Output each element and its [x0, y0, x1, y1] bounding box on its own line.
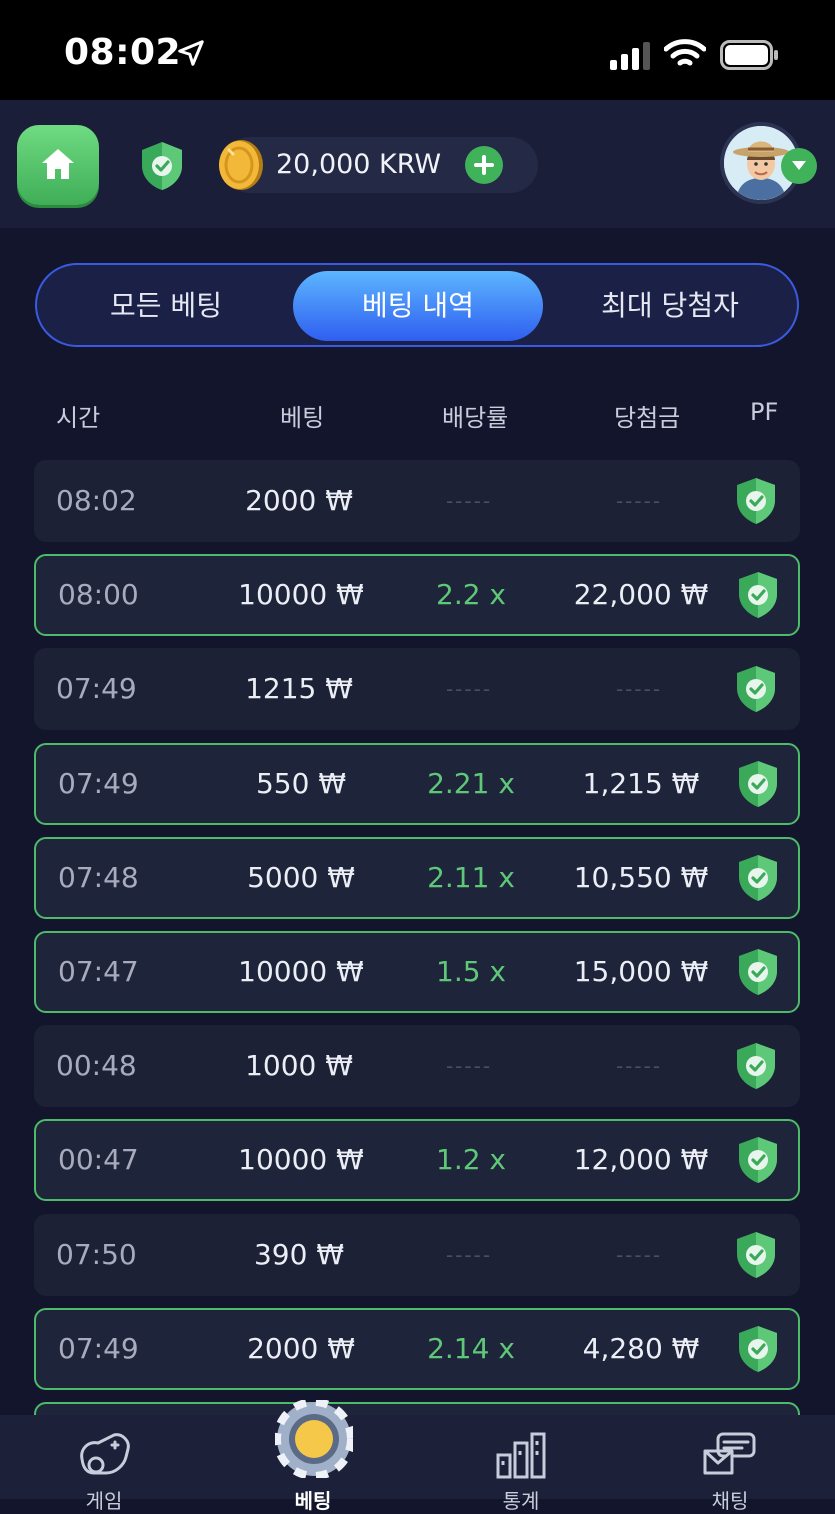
provably-fair-shield-icon[interactable]: [734, 476, 778, 526]
table-row[interactable]: 07:48 5000 ₩2.11 x 10,550 ₩: [34, 836, 800, 919]
bet-winnings: -----: [615, 489, 663, 513]
bet-time: 07:50: [56, 1237, 137, 1271]
status-time: 08:02: [64, 32, 182, 73]
provably-fair-shield-icon[interactable]: [734, 664, 778, 714]
provably-fair-shield-icon[interactable]: [139, 140, 185, 192]
tab-top-winners[interactable]: 최대 당첨자: [545, 271, 795, 341]
nav-chat-label: 채팅: [711, 1489, 749, 1513]
provably-fair-shield-icon[interactable]: [736, 947, 780, 997]
bet-time: 07:49: [58, 766, 139, 800]
table-row[interactable]: 07:49 1215 ₩ ----- -----: [34, 648, 800, 731]
bet-time: 08:00: [58, 578, 139, 612]
provably-fair-shield-icon[interactable]: [736, 853, 780, 903]
bet-time: 07:48: [58, 860, 139, 894]
coin-icon: [219, 140, 263, 190]
nav-stats-label: 통계: [502, 1489, 540, 1513]
column-header-time: 시간: [56, 404, 101, 432]
cellular-signal-icon: [610, 42, 650, 70]
app-header: 20,000 KRW: [0, 100, 835, 228]
bet-time: 07:49: [56, 672, 137, 706]
bet-winnings: -----: [615, 1242, 663, 1267]
bet-winnings: 12,000 ₩: [573, 1143, 709, 1177]
table-row[interactable]: 00:48 1000 ₩ ----- -----: [34, 1025, 800, 1108]
plus-icon: [474, 155, 494, 175]
gamepad-icon: [80, 1433, 130, 1475]
bet-time: 07:49: [58, 1331, 139, 1365]
provably-fair-shield-icon[interactable]: [734, 1230, 778, 1280]
column-header-pf: PF: [750, 398, 779, 426]
nav-bet-label: 베팅: [294, 1489, 332, 1513]
provably-fair-shield-icon[interactable]: [736, 1324, 780, 1374]
table-row[interactable]: 07:49 2000 ₩2.14 x 4,280 ₩: [34, 1307, 800, 1390]
bets-tab-bar: 모든 베팅 베팅 내역 최대 당첨자: [35, 263, 799, 347]
provably-fair-shield-icon[interactable]: [736, 759, 780, 809]
bet-winnings: -----: [615, 1054, 663, 1079]
status-bar: 08:02: [0, 0, 835, 100]
table-row[interactable]: 00:47 10000 ₩1.2 x 12,000 ₩: [34, 1119, 800, 1202]
table-row[interactable]: 07:50 390 ₩ ----- -----: [34, 1213, 800, 1296]
provably-fair-shield-icon[interactable]: [736, 1135, 780, 1185]
bet-winnings: 10,550 ₩: [573, 860, 709, 894]
bet-winnings: 4,280 ₩: [582, 1331, 700, 1365]
column-header-bet: 베팅: [280, 404, 325, 432]
add-funds-button[interactable]: [465, 146, 503, 184]
nav-chat[interactable]: 채팅: [670, 1415, 790, 1513]
bet-winnings: 15,000 ₩: [573, 955, 709, 988]
table-row[interactable]: 08:02 2000 ₩ ----- -----: [34, 460, 800, 542]
avatar-dropdown-button[interactable]: [781, 148, 817, 184]
location-arrow-icon: [178, 40, 204, 66]
chip-icon: [275, 1400, 353, 1478]
tab-all-bets[interactable]: 모든 베팅: [41, 271, 291, 341]
home-icon: [42, 149, 74, 179]
provably-fair-shield-icon[interactable]: [736, 570, 780, 620]
table-row[interactable]: 07:47 10000 ₩1.5 x 15,000 ₩: [34, 931, 800, 1013]
bet-winnings: -----: [615, 677, 663, 702]
table-row[interactable]: 08:00 10000 ₩2.2 x 22,000 ₩: [34, 554, 800, 637]
nav-game-label: 게임: [85, 1489, 123, 1513]
balance-amount: 20,000 KRW: [276, 149, 442, 180]
column-header-winnings: 당첨금: [614, 404, 681, 432]
bet-winnings: 22,000 ₩: [573, 578, 709, 612]
table-row[interactable]: 07:49 550 ₩2.21 x 1,215 ₩: [34, 742, 800, 825]
bet-time: 00:48: [56, 1049, 137, 1083]
bet-winnings: 1,215 ₩: [582, 766, 700, 800]
tab-bet-history[interactable]: 베팅 내역: [293, 271, 543, 341]
chat-icon: [703, 1432, 756, 1475]
home-button[interactable]: [17, 125, 99, 205]
battery-icon: [720, 40, 778, 70]
bottom-nav: 게임 베팅 통계 채팅: [0, 1415, 835, 1513]
chevron-down-icon: [792, 161, 806, 170]
stats-icon: [496, 1432, 546, 1479]
nav-game[interactable]: 게임: [44, 1415, 164, 1513]
nav-stats[interactable]: 통계: [461, 1415, 581, 1513]
column-header-multiplier: 배당률: [442, 404, 509, 432]
bet-time: 00:47: [58, 1143, 139, 1177]
wifi-icon: [664, 39, 706, 66]
bet-time: 08:02: [56, 484, 137, 517]
bet-time: 07:47: [58, 955, 139, 988]
provably-fair-shield-icon[interactable]: [734, 1041, 778, 1091]
